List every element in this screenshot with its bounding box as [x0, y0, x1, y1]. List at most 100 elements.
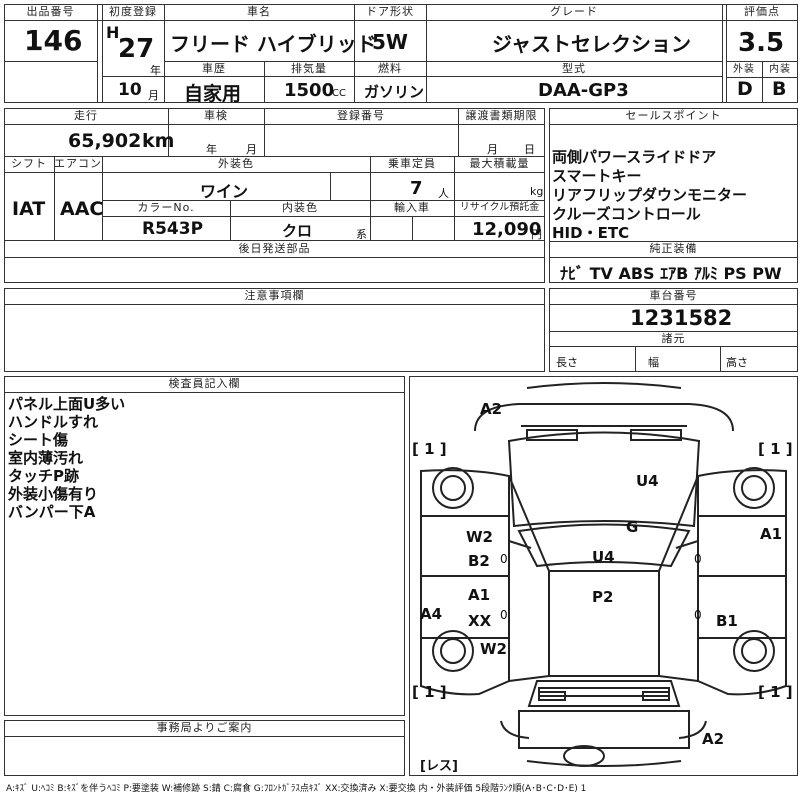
dimensions-label: 諸元: [661, 332, 686, 345]
aircon-label: エアコン: [54, 157, 102, 170]
load-unit: kg: [530, 185, 544, 198]
history-value: 自家用: [184, 83, 242, 105]
sales-point-item: クルーズコントロール: [552, 205, 701, 223]
sales-point-label: セールスポイント: [625, 109, 722, 122]
inspector-label: 検査員記入欄: [168, 377, 241, 390]
inspector-note-item: バンパー下A: [8, 503, 96, 521]
sales-point-list: 両側パワースライドドア スマートキー リアフリップダウンモニター クルーズコントロール…: [552, 148, 796, 243]
mark-right-front: A1: [760, 525, 783, 543]
score-label: 評価点: [744, 5, 780, 18]
mark-front-bumper: A2: [480, 400, 503, 418]
mark-zero-2: 0: [500, 608, 508, 622]
mileage-value: 65,902: [68, 130, 142, 152]
capacity-value: 7: [410, 178, 423, 199]
insp-month-unit: 月: [246, 143, 257, 156]
chassis-value: 1231582: [630, 306, 733, 330]
score-value: 3.5: [738, 28, 785, 58]
mark-zero-1: 0: [500, 552, 508, 566]
caution-label: 注意事項欄: [244, 289, 305, 302]
tire-fr-bracket: [ 1 ]: [758, 440, 793, 458]
tire-rl-value: 1: [424, 683, 435, 701]
ext-color-value: ワイン: [200, 182, 249, 201]
mark-windshield: G: [626, 518, 639, 536]
dim-length: 長さ: [556, 356, 578, 369]
insp-year-unit: 年: [206, 143, 217, 156]
inspector-note-item: タッチP跡: [8, 467, 79, 485]
grade-label: グレード: [550, 5, 598, 18]
car-name-label: 車名: [247, 5, 271, 18]
mark-rear-roof: P2: [592, 588, 614, 606]
int-color-label: 内装色: [282, 201, 318, 214]
aircon-value: AAC: [60, 198, 104, 220]
inspector-note-item: ハンドルすれ: [8, 413, 99, 431]
chassis-label: 車台番号: [649, 289, 698, 302]
interior-score: B: [772, 78, 787, 100]
office-label: 事務局よりご案内: [156, 721, 253, 734]
shift-value: IAT: [12, 198, 46, 220]
car-diagram: [420, 382, 787, 767]
month-value: 10: [118, 80, 142, 100]
fuel-label: 燃料: [378, 62, 402, 75]
exterior-label: 外装: [733, 64, 755, 75]
mark-hood: U4: [636, 472, 659, 490]
mark-left-side: A4: [420, 605, 443, 623]
grade-value: ジャストセレクション: [492, 32, 691, 56]
year-value: 27: [118, 34, 155, 64]
legend-text: A:ｷｽﾞ U:ﾍｺﾐ B:ｷｽﾞを伴うﾍｺﾐ P:要塗装 W:補修跡 S:錆 …: [6, 784, 587, 794]
history-label: 車歴: [202, 62, 226, 75]
mark-zero-4: 0: [694, 608, 702, 622]
mark-left-rear-door: A1: [468, 586, 491, 604]
mark-right-rear: B1: [716, 612, 738, 630]
max-load-label: 最大積載量: [469, 157, 530, 170]
capacity-label: 乗車定員: [388, 157, 436, 170]
mark-roof: U4: [592, 548, 615, 566]
first-reg-label: 初度登録: [109, 5, 157, 18]
mark-left-rear-door-2: XX: [468, 612, 492, 630]
sales-point-item: 両側パワースライドドア: [552, 148, 717, 166]
tire-fr-value: 1: [770, 440, 781, 458]
transfer-day-unit: 日: [524, 143, 535, 156]
spare-tire-bracket: [レス]: [420, 759, 458, 774]
displacement-value: 1500: [284, 80, 335, 101]
dim-height: 高さ: [726, 356, 748, 369]
lot-no-label: 出品番号: [26, 5, 75, 18]
dim-width: 幅: [648, 356, 659, 369]
inspection-label: 車検: [204, 109, 228, 122]
tire-fl-bracket: [ 1 ]: [412, 440, 447, 458]
displacement-label: 排気量: [291, 62, 327, 75]
equipment-value: ﾅﾋﾞ TV ABS ｴｱB ｱﾙﾐ PS PW: [560, 264, 782, 283]
equipment-label: 純正装備: [649, 242, 698, 255]
lot-no-value: 146: [24, 24, 83, 57]
sales-point-item: スマートキー: [552, 167, 642, 185]
inspector-note-item: 外装小傷有り: [8, 485, 99, 503]
inspector-note-item: パネル上面U多い: [8, 395, 126, 413]
mark-left-rear: W2: [480, 640, 507, 658]
spare-tire-label: レス: [425, 759, 452, 774]
color-no-value: R543P: [142, 219, 204, 239]
mileage-label: 走行: [74, 109, 98, 122]
door-label: ドア形状: [366, 5, 414, 18]
tire-rr-value: 1: [770, 683, 781, 701]
tire-rr-bracket: [ 1 ]: [758, 683, 793, 701]
interior-label: 内装: [769, 64, 791, 75]
car-name-value: フリード ハイブリッド: [170, 32, 377, 56]
mark-zero-3: 0: [694, 552, 702, 566]
color-no-label: カラーNo.: [137, 201, 195, 214]
mark-left-front-door: W2: [466, 528, 493, 546]
transfer-month-unit: 月: [487, 143, 498, 156]
tire-rl-bracket: [ 1 ]: [412, 683, 447, 701]
mileage-unit: km: [142, 130, 175, 152]
exterior-score: D: [737, 78, 753, 100]
month-unit: 月: [148, 89, 159, 102]
mark-rear-bumper: A2: [702, 730, 725, 748]
int-color-value: クロ: [282, 222, 313, 240]
fuel-value: ガソリン: [364, 83, 425, 101]
ext-color-label: 外装色: [218, 157, 254, 170]
shift-label: シフト: [11, 157, 47, 170]
inspector-notes: パネル上面U多い ハンドルすれ シート傷 室内薄汚れ タッチP跡 外装小傷有り バンパー下A: [8, 395, 403, 521]
transfer-label: 譲渡書類期限: [465, 109, 538, 122]
model-label: 型式: [562, 62, 586, 75]
tire-fl-value: 1: [424, 440, 435, 458]
later-parts-label: 後日発送部品: [238, 242, 311, 255]
capacity-unit: 人: [438, 187, 449, 200]
